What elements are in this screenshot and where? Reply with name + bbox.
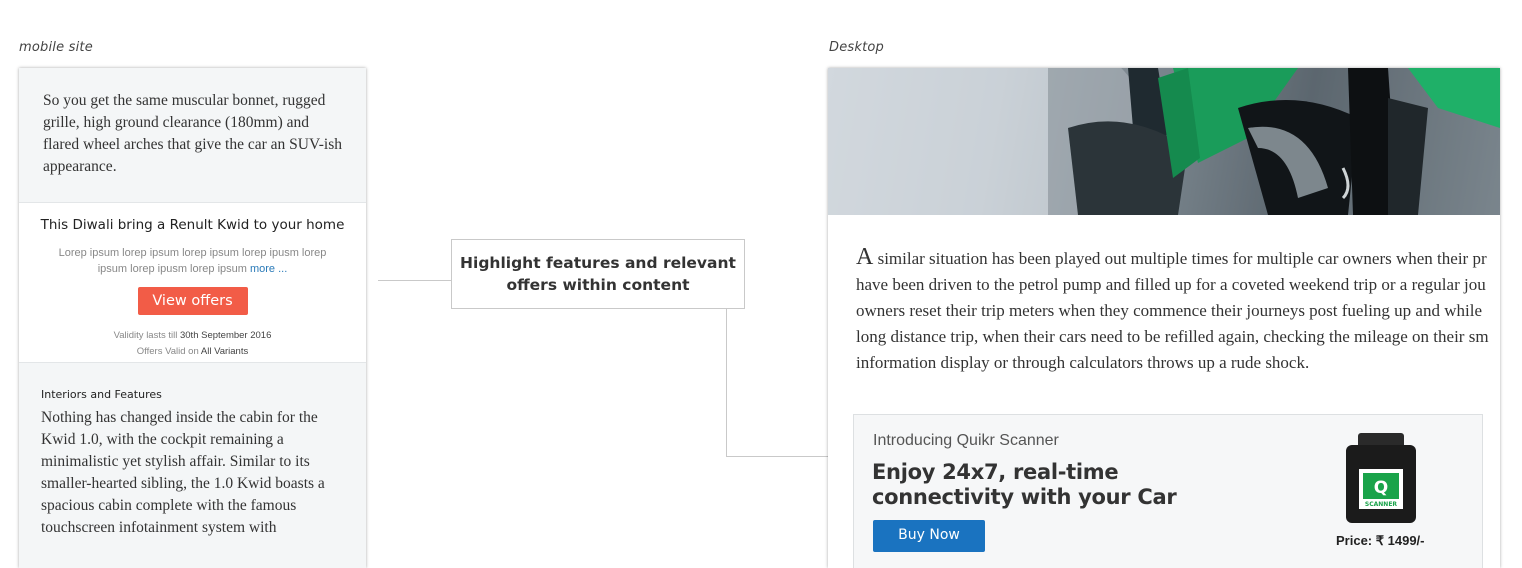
offer-validity: Validity lasts till 30th September 2016 …	[19, 328, 366, 360]
article-line-4: long distance trip, when their cars need…	[856, 327, 1489, 346]
offer-description: Lorep ipsum lorep ipsum lorep ipsum lore…	[43, 245, 343, 277]
article-line-3: owners reset their trip meters when they…	[856, 301, 1482, 320]
article-line-5: information display or through calculato…	[856, 353, 1310, 372]
valid-on-value: All Variants	[200, 346, 249, 357]
view-offers-button[interactable]: View offers	[137, 287, 248, 315]
validity-date: 30th September 2016	[179, 330, 272, 341]
valid-on-label: Offers Valid on	[136, 346, 199, 357]
connector-line-down	[726, 309, 727, 456]
desktop-mockup: A similar situation has been played out …	[828, 68, 1500, 568]
promo-intro: Introducing Quikr Scanner	[873, 432, 1059, 449]
price-label: Price: ₹ 1499/-	[1336, 533, 1425, 548]
fuel-nozzle-hero-image	[828, 68, 1500, 215]
article-paragraph: A similar situation has been played out …	[856, 244, 1500, 376]
scanner-device-image: Q SCANNER	[1346, 433, 1416, 523]
article-line-2: have been driven to the petrol pump and …	[856, 275, 1486, 294]
quikr-scanner-promo: Introducing Quikr Scanner Enjoy 24x7, re…	[853, 414, 1483, 568]
interiors-title: Interiors and Features	[41, 388, 162, 401]
article-line-1: similar situation has been played out mu…	[873, 249, 1487, 268]
interiors-body: Nothing has changed inside the cabin for…	[41, 409, 325, 536]
mobile-site-label: mobile site	[19, 40, 93, 55]
promo-headline: Enjoy 24x7, real-time connectivity with …	[872, 460, 1177, 509]
mobile-offer-card: This Diwali bring a Renult Kwid to your …	[19, 202, 366, 363]
connector-line-right	[726, 456, 838, 457]
mobile-intro-paragraph: So you get the same muscular bonnet, rug…	[43, 92, 342, 175]
buy-now-button[interactable]: Buy Now	[873, 520, 985, 552]
device-letter: Q	[1374, 478, 1388, 498]
desktop-label: Desktop	[829, 40, 885, 55]
mobile-mockup: So you get the same muscular bonnet, rug…	[19, 68, 366, 568]
callout-box: Highlight features and relevant offers w…	[451, 239, 745, 309]
connector-line-left	[378, 280, 451, 281]
callout-text: Highlight features and relevant offers w…	[460, 254, 736, 294]
more-link[interactable]: more ...	[250, 263, 287, 275]
offer-title: This Diwali bring a Renult Kwid to your …	[40, 217, 345, 233]
drop-cap: A	[856, 244, 874, 270]
validity-label: Validity lasts till	[113, 330, 178, 341]
interiors-section: Interiors and Features Nothing has chang…	[41, 388, 341, 539]
device-label: SCANNER	[1365, 501, 1398, 508]
